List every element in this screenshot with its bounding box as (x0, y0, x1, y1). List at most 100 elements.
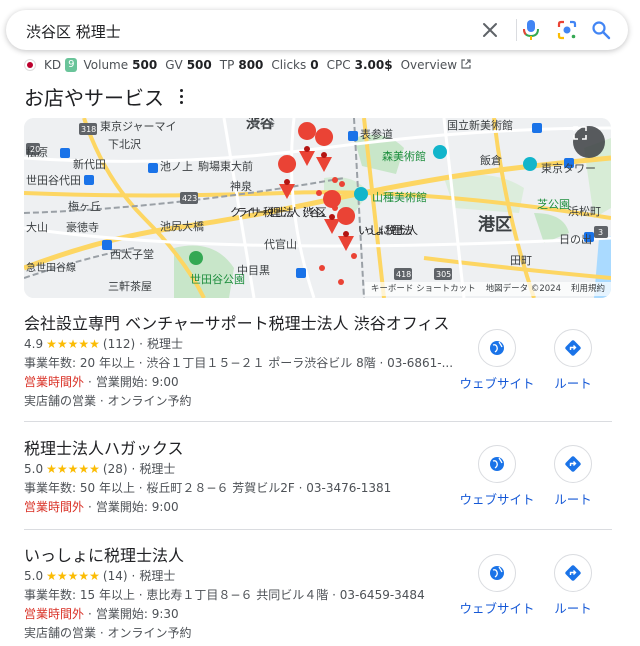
map-label: 東京タワー (541, 161, 596, 175)
business-details: 事業年数: 15 年以上 · 恵比寿１丁目８−６ 共同ビル４階 · 03-645… (24, 588, 425, 602)
route-label: 423 (182, 194, 197, 203)
map-attribution: キーボード ショートカット 地図データ ©2024 利用規約 (364, 282, 611, 296)
directions-label[interactable]: ルート (533, 489, 613, 508)
map-label: 代官山 (264, 237, 297, 251)
business-category: 税理士 (139, 569, 176, 583)
directions-icon[interactable] (554, 445, 592, 483)
map-label: 飯倉 (480, 153, 502, 167)
directions-button[interactable]: ルート (533, 445, 613, 508)
overview-link[interactable]: Overview (401, 58, 458, 72)
website-label[interactable]: ウェブサイト (457, 489, 537, 508)
map-label: 駒場東大前 (198, 159, 253, 173)
map-label: 中目黒 (237, 264, 270, 277)
globe-icon[interactable] (478, 329, 516, 367)
website-button[interactable]: ウェブサイト (457, 554, 537, 617)
directions-icon[interactable] (554, 329, 592, 367)
expand-map-icon[interactable] (573, 126, 605, 158)
route-label: 305 (436, 270, 451, 279)
route-label: 20 (30, 145, 40, 154)
business-details: 事業年数: 20 年以上 · 渋谷１丁目１５−２１ ポーラ渋谷ビル 8階 · 0… (24, 356, 454, 370)
map-business-label: いっしょに税理士法人 (358, 223, 418, 237)
map-label: 山種美術館 (372, 190, 427, 204)
business-details: 事業年数: 50 年以上 · 桜丘町２８−６ 芳賀ビル2F · 03-3476-… (24, 481, 392, 495)
map-label: 急世田谷線 (26, 261, 76, 274)
map-label: 世田谷代田 (26, 174, 81, 187)
tp-label: TP (219, 58, 235, 72)
map-label: 下北沢 (108, 137, 141, 151)
opening-time: 営業開始: 9:00 (95, 375, 179, 389)
globe-icon[interactable] (478, 445, 516, 483)
more-options-icon[interactable] (174, 86, 188, 106)
map-label: 国立新美術館 (447, 118, 513, 132)
map-label: 日の出 (559, 232, 592, 246)
directions-button[interactable]: ルート (533, 554, 613, 617)
website-label[interactable]: ウェブサイト (457, 598, 537, 617)
map-label: 港区 (478, 214, 512, 235)
closed-status: 営業時間外 (24, 500, 85, 514)
opening-time: 営業開始: 9:30 (95, 607, 179, 621)
map-label: 新代田 (73, 157, 106, 171)
review-count[interactable]: (14) (103, 569, 128, 583)
section-title: お店やサービス (24, 86, 164, 110)
search-icon[interactable] (589, 18, 613, 42)
map-label: 田町 (510, 254, 532, 267)
map-label: 東京ジャーマイ (100, 119, 176, 133)
directions-label[interactable]: ルート (533, 598, 613, 617)
directions-button[interactable]: ルート (533, 329, 613, 392)
website-label[interactable]: ウェブサイト (457, 373, 537, 392)
business-category: 税理士 (139, 462, 176, 476)
mic-icon[interactable] (519, 18, 543, 42)
route-label: 418 (396, 270, 411, 279)
website-button[interactable]: ウェブサイト (457, 445, 537, 508)
clicks-label: Clicks (271, 58, 307, 72)
star-rating-icon: ★★★★★ (46, 569, 100, 583)
search-input[interactable]: 渋谷区 税理士 (26, 21, 121, 42)
clicks-value: 0 (310, 58, 319, 72)
map-label: 池尻大橋 (160, 219, 204, 233)
terms-link[interactable]: 利用規約 (571, 282, 605, 296)
rating-value: 5.0 (24, 569, 44, 583)
gv-label: GV (165, 58, 183, 72)
map-label: 三軒茶屋 (108, 280, 152, 293)
map-data-text: 地図データ ©2024 (485, 284, 561, 294)
volume-value: 500 (132, 58, 158, 72)
cpc-value: 3.00$ (354, 58, 393, 72)
map[interactable]: 渋谷 港区 国立新美術館 表参道 森美術館 東京タワー 山種美術館 芝公園 浜松… (24, 118, 611, 298)
search-bar: 渋谷区 税理士 (6, 10, 628, 50)
website-button[interactable]: ウェブサイト (457, 329, 537, 392)
service-options: 実店舗の営業 · オンライン予約 (24, 394, 192, 408)
rating-value: 4.9 (24, 337, 44, 351)
globe-icon[interactable] (478, 554, 516, 592)
map-label: 豪徳寺 (66, 220, 99, 234)
listing-divider (24, 421, 612, 422)
star-rating-icon: ★★★★★ (46, 462, 100, 476)
closed-status: 営業時間外 (24, 607, 85, 621)
map-business-label: クライサー税理士法人（渋谷区... (230, 205, 327, 219)
map-label: 池ノ上 (160, 160, 193, 173)
business-category: 税理士 (147, 337, 184, 351)
kd-label: KD (44, 58, 62, 72)
close-icon[interactable] (478, 18, 502, 42)
map-label: 浜松町 (568, 204, 601, 218)
map-label: 芝公園 (537, 198, 570, 211)
map-label: 富ヶ谷 (251, 118, 275, 128)
seo-metrics-bar: KD 9 Volume 500 GV 500 TP 800 Clicks 0 CPC 3.… (24, 57, 471, 73)
map-canvas: 渋谷 港区 国立新美術館 表参道 森美術館 東京タワー 山種美術館 芝公園 浜松… (24, 118, 611, 298)
service-options: 実店舗の営業 · オンライン予約 (24, 626, 192, 640)
map-label: 表参道 (360, 127, 393, 141)
rating-value: 5.0 (24, 462, 44, 476)
lens-icon[interactable] (555, 18, 579, 42)
review-count[interactable]: (28) (103, 462, 128, 476)
map-label: 神泉 (230, 179, 252, 193)
review-count[interactable]: (112) (103, 337, 135, 351)
external-link-icon[interactable] (461, 58, 471, 72)
map-label: 梅ヶ丘 (68, 199, 101, 213)
listing-divider (24, 529, 612, 530)
map-label: 森美術館 (382, 149, 426, 163)
directions-label[interactable]: ルート (533, 373, 613, 392)
search-divider (516, 19, 517, 41)
japan-flag-icon (24, 59, 36, 71)
keyboard-shortcuts-link[interactable]: キーボード ショートカット (371, 282, 476, 296)
opening-time: 営業開始: 9:00 (95, 500, 179, 514)
directions-icon[interactable] (554, 554, 592, 592)
